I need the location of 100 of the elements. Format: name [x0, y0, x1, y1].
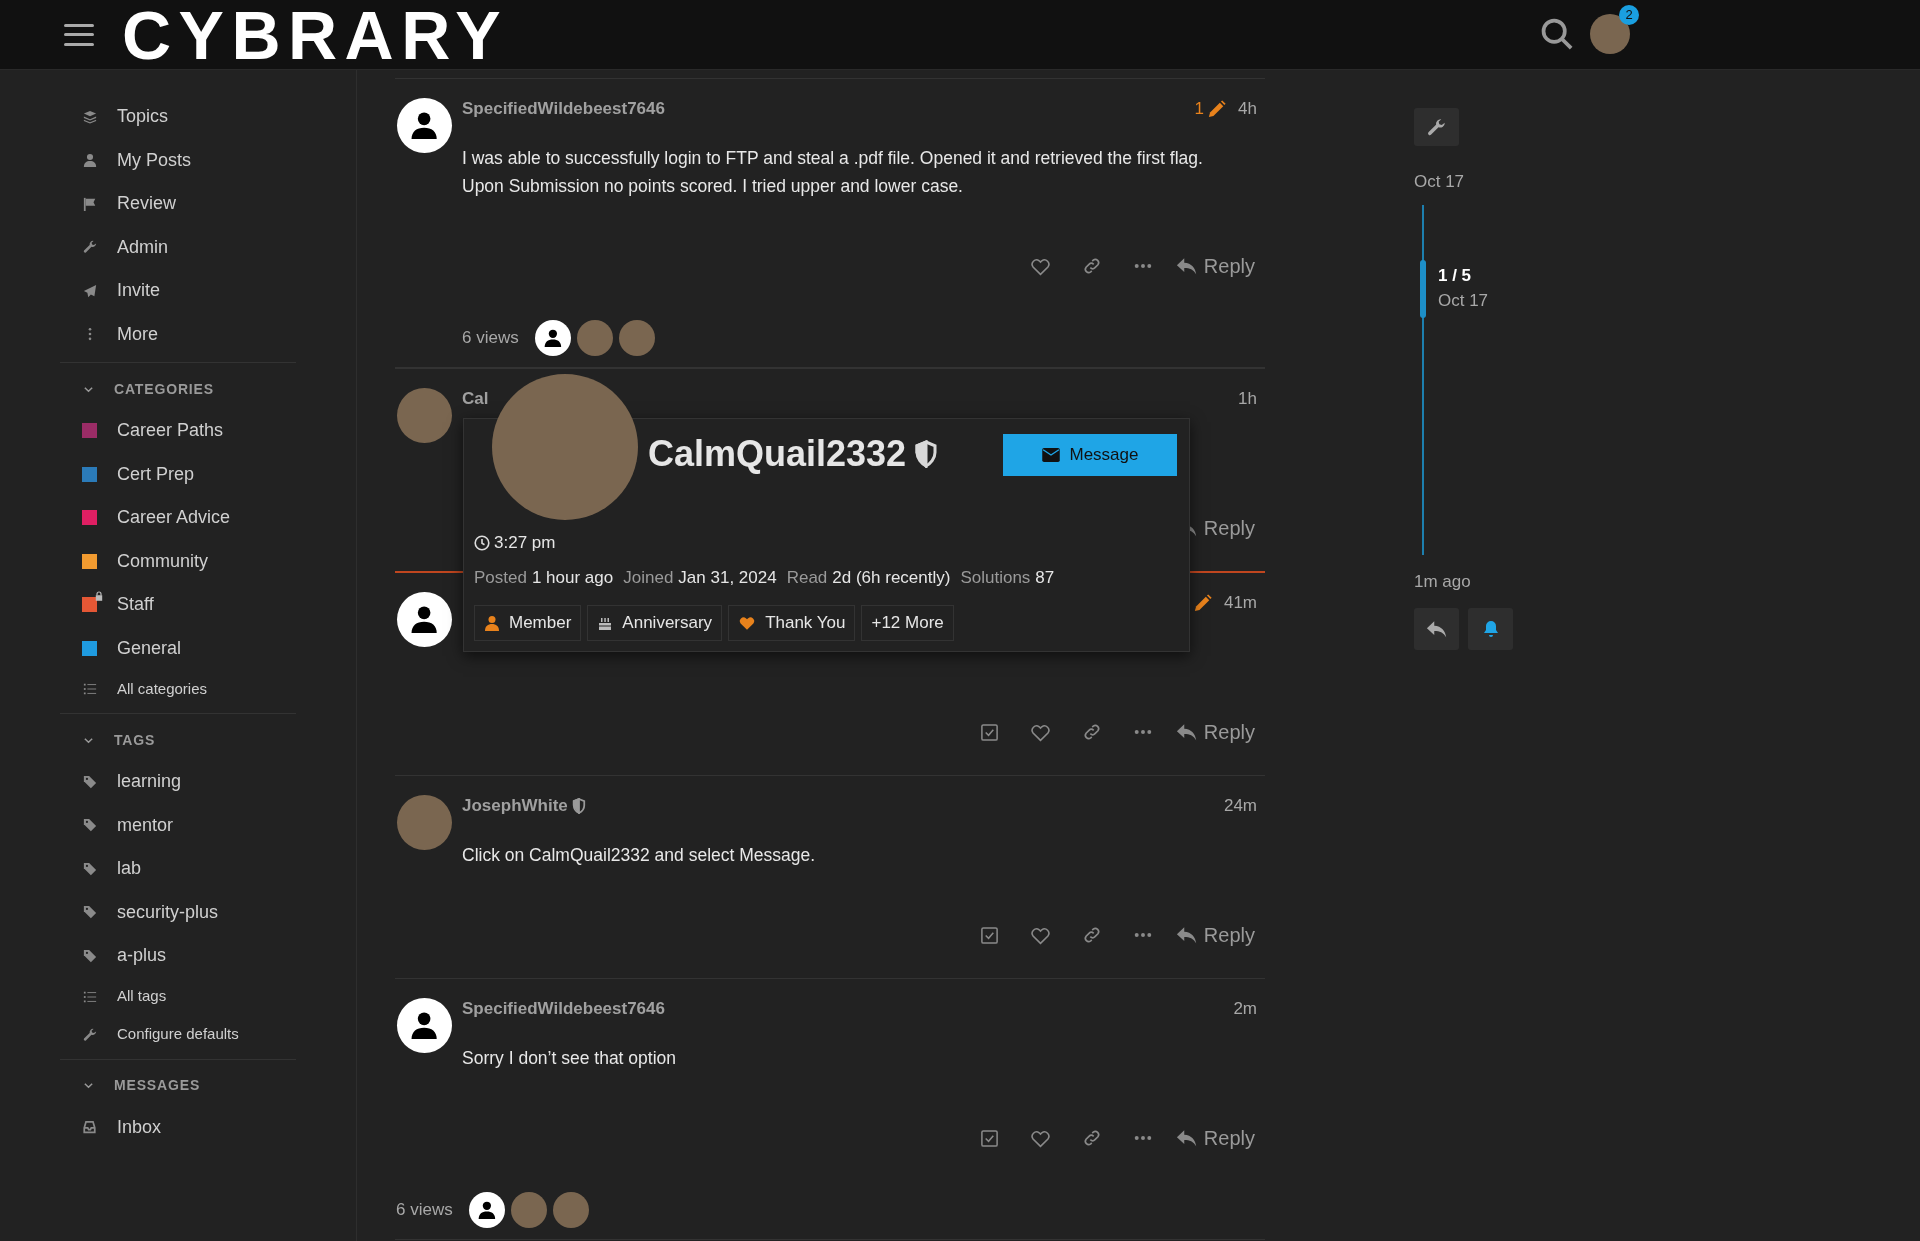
- layers-icon: [82, 109, 97, 124]
- envelope-icon: [1041, 448, 1060, 462]
- post-text: Upon Submission no points scored. I tried upper and lower case.: [462, 175, 964, 198]
- local-time: 3:27 pm: [494, 532, 556, 555]
- sidebar-link[interactable]: Invite: [0, 269, 356, 313]
- default-avatar[interactable]: [397, 998, 452, 1053]
- user-badge[interactable]: Thank You: [728, 605, 856, 641]
- wrench-icon: [1427, 117, 1446, 137]
- post-time[interactable]: 2m: [1233, 996, 1257, 1022]
- bell-icon: [1482, 620, 1499, 638]
- user-badge[interactable]: Member: [474, 605, 582, 641]
- sidebar-link[interactable]: Career Advice: [0, 496, 356, 540]
- sidebar-link[interactable]: Staff: [0, 583, 356, 627]
- reply-arrow-icon: [1175, 722, 1198, 742]
- sidebar-link[interactable]: My Posts: [0, 138, 356, 182]
- post-time[interactable]: 41m: [1223, 590, 1257, 616]
- reply-button[interactable]: Reply: [1173, 1118, 1257, 1158]
- paper-plane-icon: [82, 283, 97, 298]
- sidebar-link[interactable]: All tags: [0, 977, 356, 1016]
- sidebar-link[interactable]: Review: [0, 182, 356, 226]
- stat-label: Read: [786, 567, 828, 590]
- pencil-icon[interactable]: [1207, 99, 1227, 119]
- avatar-photo[interactable]: [397, 795, 452, 850]
- timeline-handle[interactable]: [1420, 259, 1426, 318]
- timeline-position-date: Oct 17: [1438, 290, 1489, 312]
- post-time[interactable]: 1h: [1238, 386, 1257, 412]
- timeline-position: 1 / 5: [1438, 264, 1473, 287]
- clock-icon: [474, 535, 490, 551]
- section-header[interactable]: CATEGORIES: [0, 363, 214, 409]
- post-time[interactable]: 4h: [1238, 96, 1257, 122]
- inbox-icon: [82, 1120, 97, 1135]
- sidebar-link[interactable]: learning: [0, 760, 356, 804]
- timeline-start-date[interactable]: Oct 17: [1414, 169, 1614, 195]
- username-link[interactable]: Cal: [462, 386, 489, 412]
- avatar-photo[interactable]: [552, 1192, 589, 1228]
- reply-arrow-icon: [1425, 619, 1448, 639]
- reply-arrow-icon: [1175, 256, 1198, 276]
- sidebar-link[interactable]: Inbox: [0, 1105, 356, 1149]
- notification-badge: 2: [1619, 5, 1639, 25]
- default-avatar[interactable]: [397, 592, 452, 647]
- timeline-end-date[interactable]: 1m ago: [1414, 568, 1614, 594]
- user-badge[interactable]: +12 More: [861, 605, 954, 641]
- sidebar-link[interactable]: All categories: [0, 670, 356, 708]
- avatar-photo[interactable]: [397, 388, 452, 443]
- post-text: I was able to successfully login to FTP and steal a .pdf file. Opened it and retrieved the first flag.: [462, 147, 1204, 170]
- pencil-icon[interactable]: [1192, 593, 1212, 613]
- tag-icon: [82, 905, 97, 920]
- user-card-name[interactable]: CalmQuail2332: [648, 436, 907, 472]
- user-badge[interactable]: Anniversary: [587, 605, 723, 641]
- sidebar-link[interactable]: Community: [0, 539, 356, 583]
- post-text: Sorry I don’t see that option: [462, 1047, 678, 1070]
- reply-button[interactable]: Reply: [1173, 246, 1257, 286]
- reply-button[interactable]: Reply: [1173, 712, 1257, 752]
- menu-button[interactable]: [64, 21, 94, 48]
- reply-button[interactable]: [1414, 608, 1459, 650]
- avatar-photo[interactable]: [576, 320, 613, 356]
- sidebar-link[interactable]: Admin: [0, 225, 356, 269]
- username-link[interactable]: SpecifiedWildebeest7646: [462, 996, 665, 1022]
- tag-icon: [82, 948, 97, 963]
- tag-icon: [82, 774, 97, 789]
- cake-icon: [597, 615, 614, 631]
- sidebar-link[interactable]: mentor: [0, 803, 356, 847]
- notifications-button[interactable]: [1468, 608, 1513, 650]
- sidebar-link[interactable]: More: [0, 312, 356, 356]
- reply-arrow-icon: [1175, 925, 1198, 945]
- avatar-photo[interactable]: [618, 320, 655, 356]
- sidebar-link[interactable]: General: [0, 626, 356, 670]
- default-avatar[interactable]: [468, 1192, 505, 1228]
- section-header[interactable]: TAGS: [0, 714, 156, 760]
- stat-value: 2d (6h recently): [832, 567, 951, 590]
- message-button[interactable]: Message: [1003, 434, 1177, 476]
- sidebar-link[interactable]: Topics: [0, 95, 356, 139]
- search-icon[interactable]: [1540, 17, 1574, 51]
- wrench-icon: [82, 1027, 97, 1042]
- views-count: 6 views: [462, 327, 519, 350]
- chevron-down-icon: [83, 1080, 94, 1091]
- username-link[interactable]: JosephWhite: [462, 793, 568, 819]
- site-logo[interactable]: CYBRARY: [122, 0, 509, 69]
- tag-icon: [82, 861, 97, 876]
- reply-arrow-icon: [1175, 1128, 1198, 1148]
- avatar-photo[interactable]: [510, 1192, 547, 1228]
- sidebar-link[interactable]: Configure defaults: [0, 1015, 356, 1054]
- default-avatar[interactable]: [534, 320, 571, 356]
- sidebar-link[interactable]: security-plus: [0, 890, 356, 934]
- views-count: 6 views: [396, 1199, 453, 1222]
- username-link[interactable]: SpecifiedWildebeest7646: [462, 96, 665, 122]
- sidebar-link[interactable]: lab: [0, 847, 356, 891]
- stat-label: Joined: [623, 567, 674, 590]
- stat-value: 1 hour ago: [531, 567, 614, 590]
- edit-count[interactable]: 1: [1194, 96, 1205, 122]
- admin-button[interactable]: [1414, 108, 1459, 146]
- reply-button[interactable]: Reply: [1173, 915, 1257, 955]
- lock-icon: [95, 591, 103, 602]
- sidebar-link[interactable]: Cert Prep: [0, 452, 356, 496]
- section-header[interactable]: MESSAGES: [0, 1059, 201, 1106]
- sidebar-link[interactable]: a-plus: [0, 934, 356, 978]
- heart-icon: [738, 614, 757, 632]
- sidebar-link[interactable]: Career Paths: [0, 409, 356, 453]
- default-avatar[interactable]: [397, 98, 452, 153]
- post-time[interactable]: 24m: [1223, 793, 1257, 819]
